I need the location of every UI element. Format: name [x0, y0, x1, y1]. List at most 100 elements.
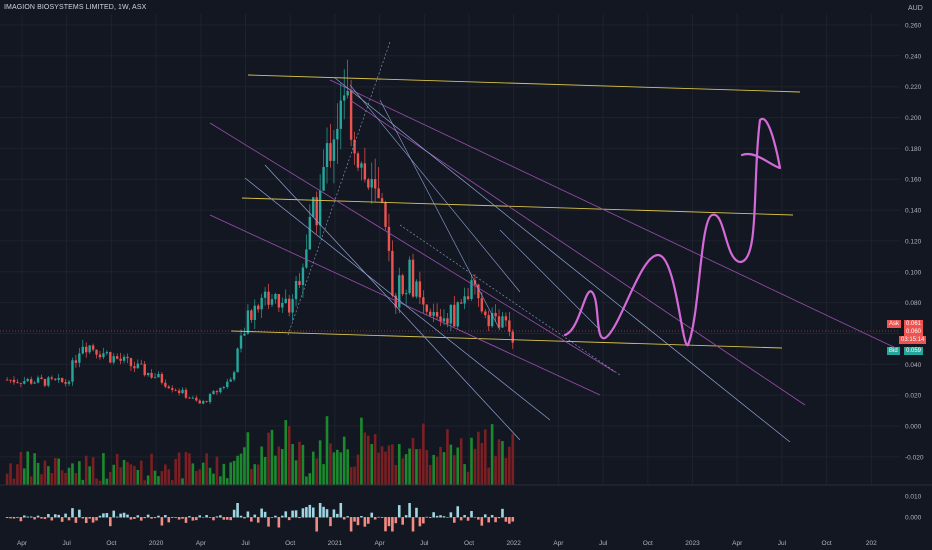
- candle-body: [201, 401, 205, 404]
- candle-body: [435, 312, 439, 317]
- oscillator-bar: [487, 517, 490, 523]
- volume-bar: [315, 458, 318, 485]
- oscillator-bar: [260, 508, 263, 518]
- volume-bar: [174, 459, 177, 485]
- oscillator-bar: [177, 517, 181, 520]
- oscillator-bar: [322, 506, 325, 518]
- volume-bar: [78, 461, 81, 485]
- candle-body: [54, 378, 57, 380]
- oscillator-bar: [490, 515, 494, 518]
- candle-body: [29, 379, 33, 384]
- price-chart[interactable]: 0.260 0.240 0.220 0.200 0.180 0.160 0.140 0.120…: [0, 0, 932, 550]
- candle-body: [136, 363, 140, 369]
- volume-bar: [50, 473, 54, 485]
- oscillator-tick-label: 0.010: [905, 494, 922, 501]
- volume-bar: [439, 446, 442, 485]
- oscillator-bar: [205, 515, 208, 518]
- candle-body: [222, 387, 226, 388]
- oscillator-bar: [232, 509, 236, 518]
- price-tick-label: 0.120: [905, 238, 922, 245]
- volume-bar: [232, 460, 236, 485]
- volume-bar: [105, 478, 109, 485]
- volume-bar: [177, 452, 181, 485]
- oscillator-background: [0, 485, 900, 533]
- time-tick-label: Jul: [778, 540, 787, 547]
- time-tick-label: Jul: [63, 540, 72, 547]
- candle-body: [143, 363, 146, 376]
- candle-body: [153, 377, 157, 379]
- oscillator-bar: [53, 514, 57, 518]
- oscillator-bar: [181, 517, 184, 519]
- candle-body: [257, 305, 260, 310]
- oscillator-bar: [126, 514, 129, 518]
- candle-body: [504, 316, 508, 321]
- volume-bar: [456, 447, 460, 485]
- oscillator-bar: [473, 516, 477, 518]
- volume-bar: [88, 466, 91, 485]
- candle-body: [466, 296, 470, 300]
- volume-bar: [336, 449, 339, 485]
- trendlines: [0, 41, 901, 443]
- candle-body: [26, 379, 29, 382]
- oscillator-bar: [153, 517, 157, 519]
- volume-bar: [373, 434, 377, 485]
- candle-body: [411, 259, 415, 297]
- volume-bar: [380, 446, 384, 485]
- candle-body: [449, 304, 453, 324]
- candlesticks: [5, 59, 514, 405]
- volume-bar: [112, 464, 116, 485]
- volume-bar: [253, 464, 257, 485]
- volume-bar: [470, 437, 473, 485]
- oscillator-bar: [504, 517, 508, 522]
- volume-bar: [243, 447, 246, 485]
- oscillator-bar: [353, 517, 356, 522]
- candle-body: [487, 315, 490, 327]
- candle-body: [212, 391, 215, 395]
- candle-body: [105, 352, 109, 354]
- oscillator-bar: [415, 507, 418, 518]
- volume-bar: [318, 440, 322, 485]
- oscillator-bar: [236, 503, 239, 518]
- candle-body: [305, 249, 308, 268]
- candle-body: [243, 333, 246, 336]
- candle-body: [501, 316, 504, 328]
- oscillator-bar: [195, 517, 198, 521]
- oscillator-bar: [325, 509, 329, 518]
- oscillator-bar: [67, 517, 71, 521]
- oscillator-bar: [373, 517, 377, 520]
- oscillator-bar: [315, 517, 318, 532]
- candle-body: [391, 250, 394, 296]
- candle-body: [322, 167, 325, 191]
- volume-bar: [71, 463, 74, 485]
- volume-bar: [84, 455, 88, 485]
- volume-bar: [188, 453, 191, 485]
- oscillator-bar: [29, 516, 33, 518]
- resistance-line-top: [247, 74, 801, 93]
- volume-bar: [281, 449, 284, 485]
- oscillator-bar: [267, 517, 270, 527]
- time-axis[interactable]: Apr Jul Oct 2020 Apr Jul Oct 2021 Apr Jul Oct 2022 A…: [17, 540, 877, 547]
- candle-body: [246, 310, 250, 334]
- volume-bar: [40, 474, 43, 485]
- volume-bar: [102, 453, 105, 485]
- volume-bar: [29, 476, 33, 485]
- oscillator-bar: [112, 510, 116, 518]
- candle-body: [274, 294, 277, 300]
- volume-bar: [339, 452, 343, 485]
- candle-body: [456, 302, 459, 327]
- volume-bar: [12, 478, 16, 485]
- oscillator-bar: [40, 517, 43, 519]
- candle-body: [367, 179, 370, 188]
- volume-bar: [19, 451, 23, 485]
- price-tick-label: 0.020: [905, 393, 922, 400]
- volume-bar: [150, 453, 153, 485]
- time-tick-label: Oct: [285, 540, 295, 547]
- candle-body: [33, 382, 36, 384]
- oscillator-bar: [157, 515, 160, 518]
- candle-body: [102, 353, 105, 358]
- volume-bar: [411, 437, 415, 485]
- volume-bar: [201, 462, 205, 485]
- volume-bar: [256, 464, 260, 485]
- price-axis[interactable]: 0.260 0.240 0.220 0.200 0.180 0.160 0.140 0.120…: [905, 23, 924, 462]
- oscillator-bar: [284, 511, 288, 518]
